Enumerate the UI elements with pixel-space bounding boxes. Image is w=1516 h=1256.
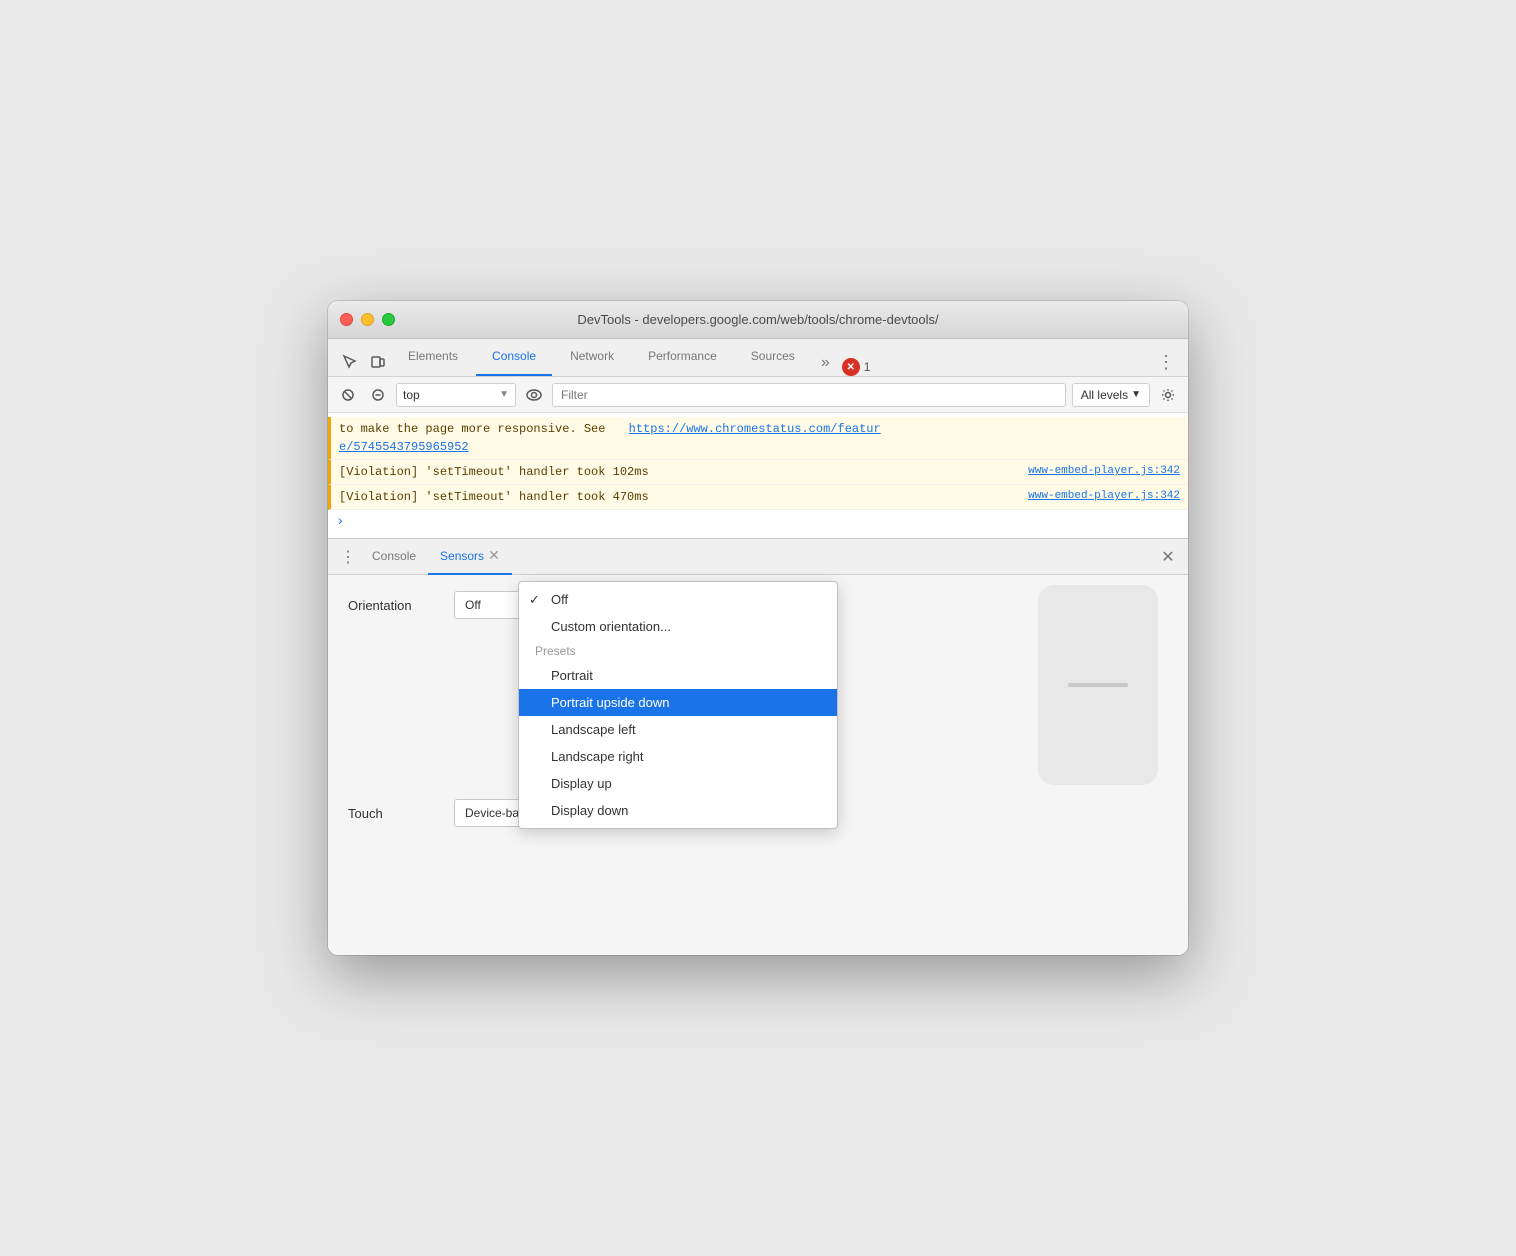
tab-performance[interactable]: Performance	[632, 338, 733, 376]
dropdown-item-custom[interactable]: Custom orientation...	[519, 613, 837, 640]
tab-console-bottom[interactable]: Console	[360, 539, 428, 575]
maximize-button[interactable]	[382, 313, 395, 326]
console-toolbar: top ▼ All levels ▼	[328, 377, 1188, 413]
close-bottom-panel-button[interactable]: ✕	[1156, 545, 1180, 569]
console-line: to make the page more responsive. See ht…	[328, 417, 1188, 460]
inspect-element-button[interactable]	[336, 348, 364, 376]
dropdown-item-landscape-left[interactable]: Landscape left	[519, 716, 837, 743]
dropdown-item-portrait-upside-down[interactable]: Portrait upside down	[519, 689, 837, 716]
log-levels-button[interactable]: All levels ▼	[1072, 383, 1150, 407]
eye-button[interactable]	[522, 383, 546, 407]
error-icon: ✕	[842, 358, 860, 376]
touch-label: Touch	[348, 806, 438, 821]
dropdown-group-presets: Presets	[519, 640, 837, 662]
devtools-window: DevTools - developers.google.com/web/too…	[328, 301, 1188, 955]
dropdown-item-portrait[interactable]: Portrait	[519, 662, 837, 689]
tab-elements[interactable]: Elements	[392, 338, 474, 376]
sensors-panel: Orientation Off ▼ Off Custom orientation…	[328, 575, 1188, 955]
tab-network[interactable]: Network	[554, 338, 630, 376]
console-line: [Violation] 'setTimeout' handler took 47…	[328, 485, 1188, 510]
console-line-text: [Violation] 'setTimeout' handler took 10…	[339, 463, 1016, 481]
error-badge: ✕ 1	[842, 358, 871, 376]
dropdown-item-display-down[interactable]: Display down	[519, 797, 837, 824]
phone-bar	[1068, 683, 1128, 687]
more-tabs-button[interactable]: »	[813, 350, 838, 376]
dropdown-item-landscape-right[interactable]: Landscape right	[519, 743, 837, 770]
chevron-down-icon: ▼	[1131, 389, 1141, 400]
tab-sources[interactable]: Sources	[735, 338, 811, 376]
filter-input[interactable]	[552, 383, 1066, 407]
title-bar: DevTools - developers.google.com/web/too…	[328, 301, 1188, 339]
minimize-button[interactable]	[361, 313, 374, 326]
tab-sensors[interactable]: Sensors ✕	[428, 539, 512, 575]
devtools-menu-button[interactable]: ⋮	[1152, 348, 1180, 376]
context-selector[interactable]: top ▼	[396, 383, 516, 407]
orientation-label: Orientation	[348, 598, 438, 613]
console-link[interactable]: https://www.chromestatus.com/feature/574…	[339, 422, 881, 454]
bottom-tab-menu-button[interactable]: ⋮	[336, 545, 360, 569]
bottom-panel: ⋮ Console Sensors ✕ ✕ Orientation Off ▼	[328, 538, 1188, 955]
stop-recording-button[interactable]	[366, 383, 390, 407]
console-prompt-line[interactable]: ›	[328, 510, 1188, 534]
dropdown-item-off[interactable]: Off	[519, 586, 837, 613]
console-line-source[interactable]: www-embed-player.js:342	[1028, 463, 1180, 480]
console-line-text: [Violation] 'setTimeout' handler took 47…	[339, 488, 1016, 506]
window-title: DevTools - developers.google.com/web/too…	[577, 312, 938, 327]
traffic-lights	[340, 313, 395, 326]
close-button[interactable]	[340, 313, 353, 326]
chevron-down-icon: ▼	[499, 389, 509, 400]
console-line-source[interactable]: www-embed-player.js:342	[1028, 488, 1180, 505]
console-line: [Violation] 'setTimeout' handler took 10…	[328, 460, 1188, 485]
orientation-dropdown: Off Custom orientation... Presets Portra…	[518, 581, 838, 829]
main-tabs: Elements Console Network Performance Sou…	[328, 339, 1188, 377]
console-output: to make the page more responsive. See ht…	[328, 413, 1188, 538]
console-caret-icon: ›	[336, 514, 344, 530]
settings-button[interactable]	[1156, 383, 1180, 407]
device-toggle-button[interactable]	[364, 348, 392, 376]
dropdown-item-display-up[interactable]: Display up	[519, 770, 837, 797]
close-sensors-tab-button[interactable]: ✕	[488, 547, 500, 564]
bottom-tabs-bar: ⋮ Console Sensors ✕ ✕	[328, 539, 1188, 575]
clear-console-button[interactable]	[336, 383, 360, 407]
tab-console[interactable]: Console	[476, 338, 552, 376]
phone-mockup	[1038, 585, 1158, 785]
console-line-text: to make the page more responsive. See ht…	[339, 420, 1180, 456]
